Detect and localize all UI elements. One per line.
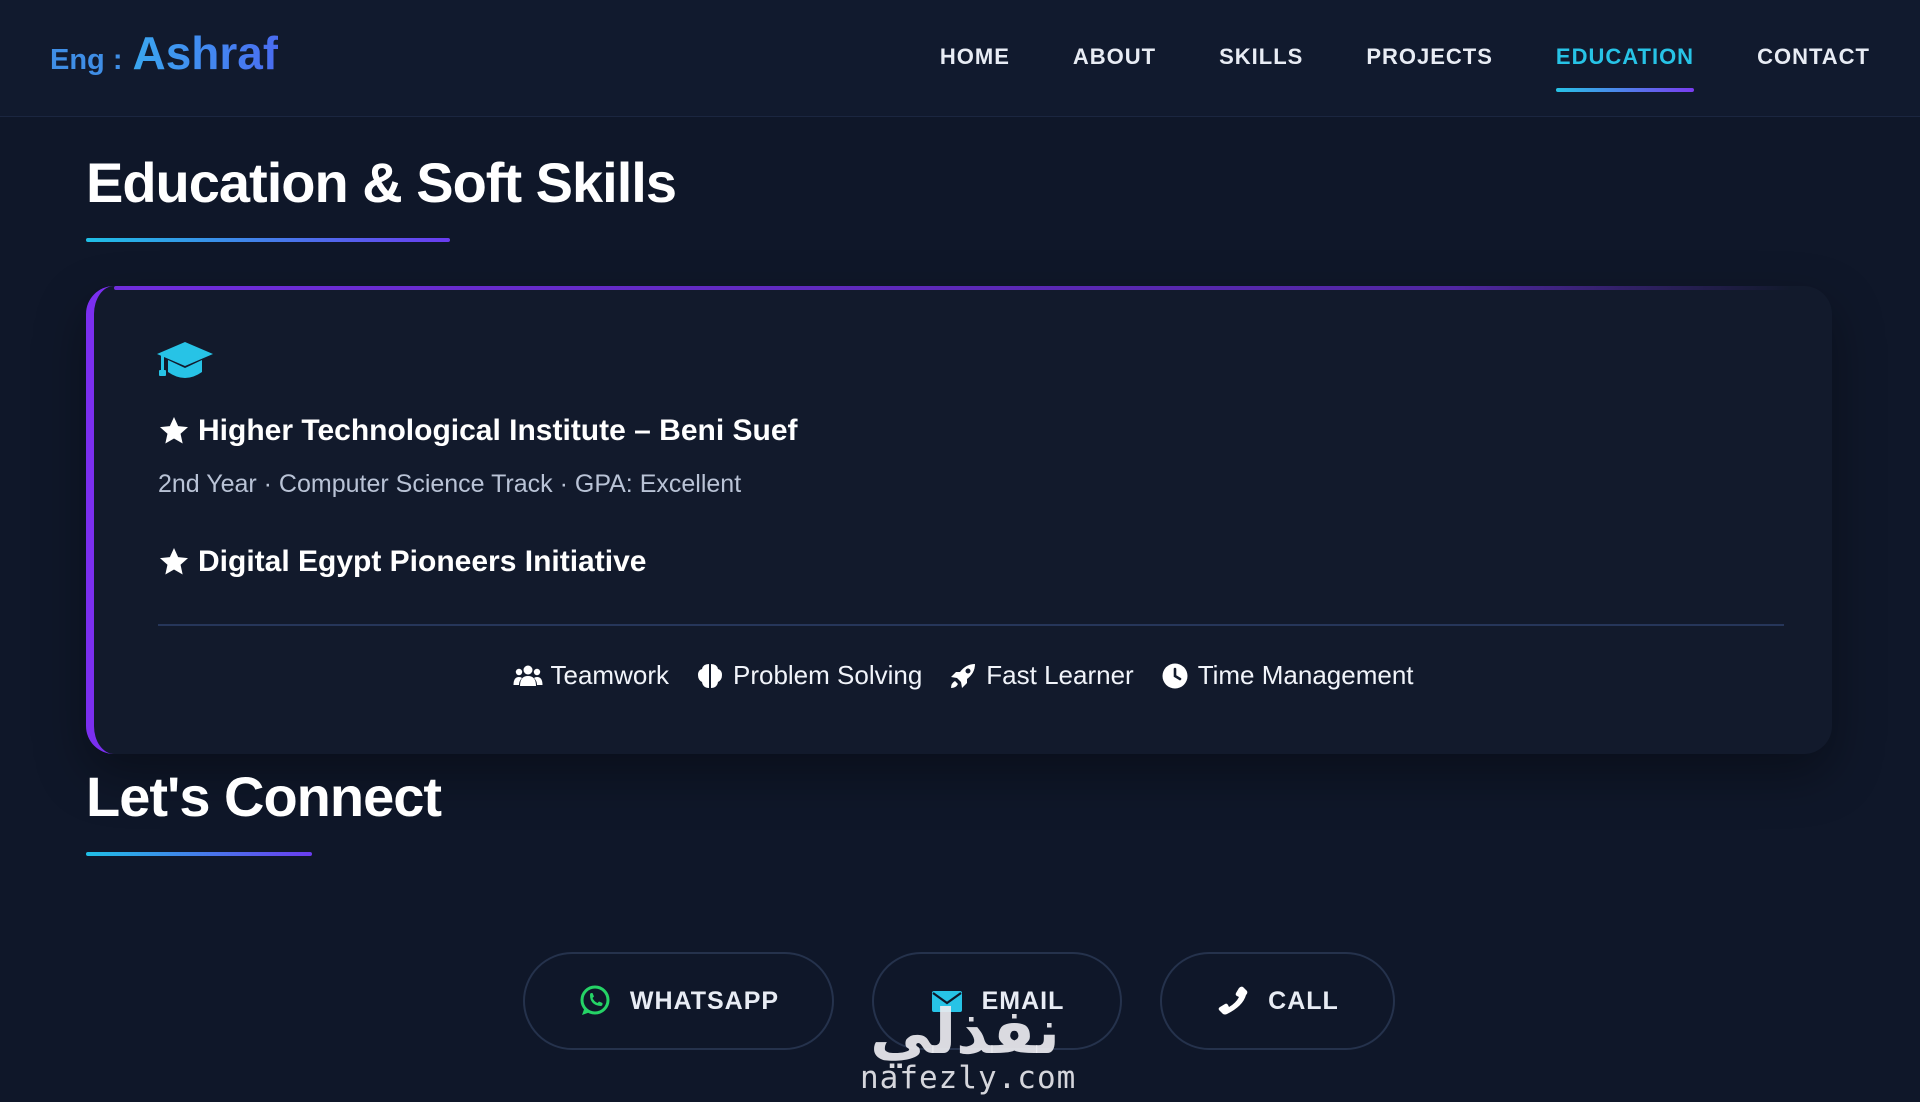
brand-name: Ashraf — [132, 27, 279, 79]
connect-title-underline — [86, 852, 312, 856]
soft-skill-teamwork: Teamwork — [513, 660, 669, 691]
nav-projects[interactable]: PROJECTS — [1366, 42, 1493, 72]
soft-skill-label: Fast Learner — [986, 660, 1134, 690]
soft-skill-label: Problem Solving — [732, 660, 923, 690]
soft-skill-problem-solving: Problem Solving — [695, 660, 922, 691]
brain-icon — [697, 663, 722, 688]
whatsapp-button-label: WHATSAPP — [629, 986, 780, 1015]
whatsapp-button[interactable]: WHATSAPP — [523, 952, 834, 1050]
education-entry-title: Higher Technological Institute – Beni Su… — [198, 414, 798, 447]
education-title-underline — [86, 238, 450, 242]
rocket-icon — [951, 663, 976, 688]
phone-icon — [1218, 986, 1248, 1015]
soft-skill-time-management: Time Management — [1160, 660, 1414, 691]
clock-icon — [1162, 663, 1188, 688]
star-icon — [160, 548, 188, 575]
education-section-title: Education & Soft Skills — [86, 151, 677, 214]
users-icon — [513, 665, 542, 686]
education-entry: Higher Technological Institute – Beni Su… — [158, 414, 798, 448]
nav-home[interactable]: HOME — [940, 42, 1010, 72]
card-divider — [158, 624, 1784, 626]
watermark-site: nafezly.com — [860, 1060, 1077, 1096]
email-button-label: EMAIL — [981, 986, 1065, 1015]
connect-section-title: Let's Connect — [86, 765, 442, 828]
nav-contact[interactable]: CONTACT — [1757, 42, 1870, 72]
call-button-label: CALL — [1268, 986, 1339, 1015]
whatsapp-icon — [580, 985, 610, 1015]
soft-skill-label: Time Management — [1197, 660, 1414, 690]
call-button[interactable]: CALL — [1160, 952, 1395, 1050]
graduation-cap-icon — [157, 342, 213, 378]
main-nav: HOME ABOUT SKILLS PROJECTS EDUCATION CON… — [940, 42, 1870, 92]
navbar: Eng : Ashraf HOME ABOUT SKILLS PROJECTS … — [0, 0, 1920, 117]
email-button[interactable]: EMAIL — [872, 952, 1122, 1050]
soft-skill-label: Teamwork — [550, 660, 669, 690]
nav-skills[interactable]: SKILLS — [1219, 42, 1303, 72]
nav-education[interactable]: EDUCATION — [1555, 42, 1695, 92]
education-entry: Digital Egypt Pioneers Initiative — [158, 545, 646, 579]
education-entry-title: Digital Egypt Pioneers Initiative — [198, 545, 647, 578]
page: Eng : Ashraf HOME ABOUT SKILLS PROJECTS … — [0, 0, 1920, 1102]
education-card: Higher Technological Institute – Beni Su… — [86, 286, 1832, 754]
brand-prefix: Eng : — [50, 44, 123, 76]
soft-skills-list: Teamwork Problem Solving Fast Learner Ti… — [94, 660, 1832, 691]
email-icon — [931, 991, 962, 1012]
brand-logo[interactable]: Eng : Ashraf — [50, 26, 278, 80]
star-icon — [160, 417, 188, 444]
education-entry-subtitle: 2nd Year · Computer Science Track · GPA:… — [158, 470, 742, 498]
soft-skill-fast-learner: Fast Learner — [948, 660, 1134, 691]
nav-about[interactable]: ABOUT — [1073, 42, 1156, 72]
